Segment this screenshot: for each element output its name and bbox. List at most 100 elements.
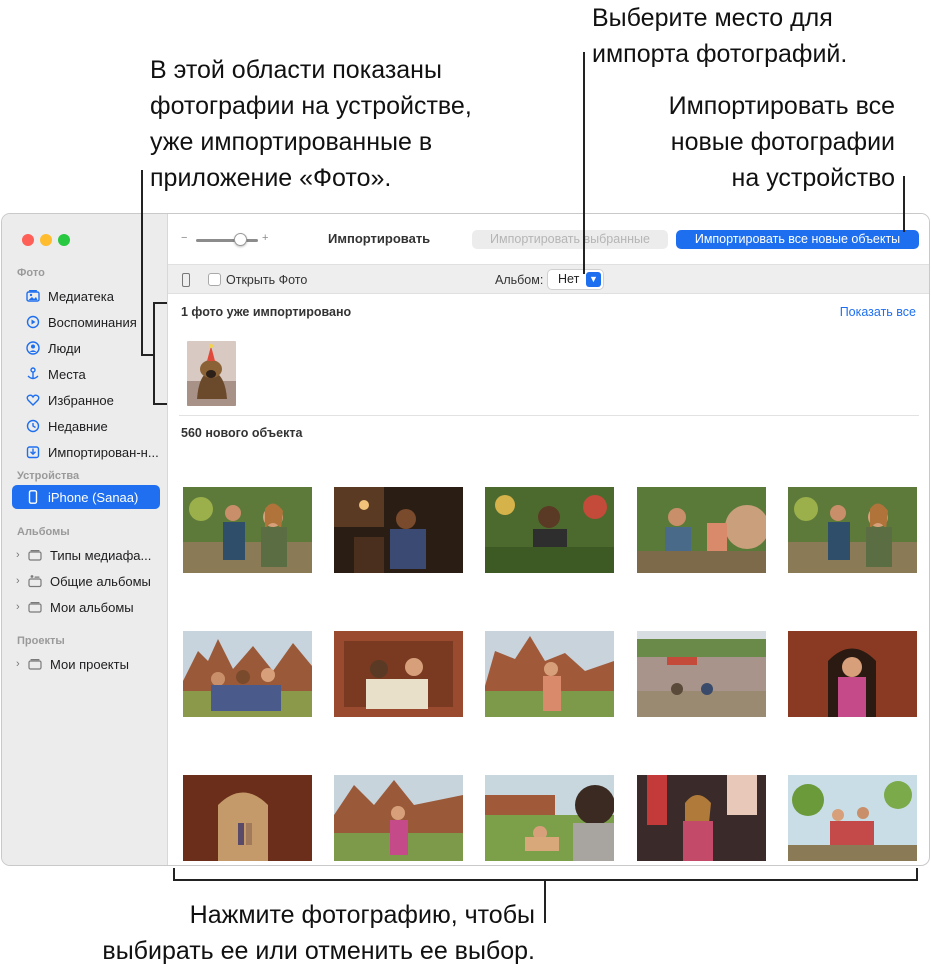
photo-thumbnail[interactable] bbox=[788, 631, 917, 717]
sidebar-group-media-types[interactable]: › Типы медиафа... bbox=[12, 543, 160, 567]
sidebar-item-label: iPhone (Sanaa) bbox=[48, 489, 139, 505]
sidebar-item-label: Воспоминания bbox=[48, 314, 137, 330]
clock-icon bbox=[26, 419, 40, 433]
imported-photo-thumbnail[interactable] bbox=[187, 341, 236, 406]
shared-folder-icon bbox=[28, 574, 42, 588]
sidebar-item-label: Мои альбомы bbox=[50, 599, 134, 615]
folder-icon bbox=[28, 600, 42, 614]
show-all-link[interactable]: Показать все bbox=[840, 305, 916, 319]
leader-line-left-vertical bbox=[141, 170, 143, 355]
section-divider bbox=[179, 415, 919, 416]
sidebar-section-photos: Фото bbox=[17, 267, 45, 279]
photo-thumbnail[interactable] bbox=[485, 631, 614, 717]
photo-thumbnail[interactable] bbox=[788, 487, 917, 573]
callout-line: приложение «Фото». bbox=[150, 164, 392, 192]
callout-select-photo: Нажмите фотографию, чтобы выбирать ее ил… bbox=[102, 897, 535, 968]
sidebar-group-my-projects[interactable]: › Мои проекты bbox=[12, 652, 160, 676]
sidebar-item-label: Медиатека bbox=[48, 288, 114, 304]
sidebar-item-people[interactable]: Люди bbox=[12, 336, 160, 360]
sidebar-section-devices: Устройства bbox=[17, 470, 80, 482]
leader-line-album bbox=[583, 52, 585, 274]
toolbar-title: Импортировать bbox=[328, 231, 431, 246]
sidebar-item-label: Места bbox=[48, 366, 86, 382]
callout-line: Выберите место для bbox=[592, 4, 833, 32]
sidebar-item-places[interactable]: Места bbox=[12, 362, 160, 386]
album-select[interactable]: Нет ▼ bbox=[548, 270, 603, 289]
folder-icon bbox=[28, 548, 42, 562]
import-all-new-button[interactable]: Импортировать все новые объекты bbox=[676, 230, 919, 249]
library-icon bbox=[26, 289, 40, 303]
photo-thumbnail[interactable] bbox=[334, 487, 463, 573]
sidebar-item-recents[interactable]: Недавние bbox=[12, 414, 160, 438]
bracket-bottom-left bbox=[173, 868, 175, 881]
import-icon bbox=[26, 445, 40, 459]
callout-line: на устройство bbox=[731, 164, 895, 192]
sidebar-item-label: Общие альбомы bbox=[50, 573, 151, 589]
places-icon bbox=[26, 367, 40, 381]
zoom-in-label: + bbox=[262, 232, 269, 244]
import-options-bar: Открыть Фото Альбом: Нет ▼ bbox=[168, 264, 929, 294]
sidebar-item-label: Мои проекты bbox=[50, 656, 129, 672]
photo-thumbnail[interactable] bbox=[637, 487, 766, 573]
photo-thumbnail[interactable] bbox=[334, 775, 463, 861]
bracket-left-bottom bbox=[153, 403, 167, 405]
sidebar-section-projects: Проекты bbox=[17, 635, 65, 647]
sidebar-item-label: Избранное bbox=[48, 392, 114, 408]
photo-thumbnail[interactable] bbox=[183, 775, 312, 861]
callout-line: выбирать ее или отменить ее выбор. bbox=[102, 937, 535, 965]
chevron-right-icon[interactable]: › bbox=[16, 658, 26, 670]
callout-line: Нажмите фотографию, чтобы bbox=[189, 901, 535, 929]
photo-thumbnail[interactable] bbox=[485, 775, 614, 861]
chevron-down-icon: ▼ bbox=[586, 272, 601, 287]
sidebar-item-library[interactable]: Медиатека bbox=[12, 284, 160, 308]
close-window-button[interactable] bbox=[22, 234, 34, 246]
sidebar-item-label: Импортирован-н... bbox=[48, 444, 159, 460]
sidebar-section-albums: Альбомы bbox=[17, 526, 70, 538]
sidebar-group-shared-albums[interactable]: › Общие альбомы bbox=[12, 569, 160, 593]
chevron-right-icon[interactable]: › bbox=[16, 549, 26, 561]
toolbar: − + Импортировать Импортировать выбранны… bbox=[168, 214, 929, 264]
imported-heading: 1 фото уже импортировано bbox=[181, 305, 352, 319]
thumbnail-size-slider[interactable] bbox=[196, 239, 258, 242]
album-select-value: Нет bbox=[558, 272, 580, 286]
chevron-right-icon[interactable]: › bbox=[16, 601, 26, 613]
iphone-icon bbox=[182, 273, 190, 287]
album-label: Альбом: bbox=[495, 273, 544, 287]
chevron-right-icon[interactable]: › bbox=[16, 575, 26, 587]
callout-import-all: Импортировать все новые фотографии на ус… bbox=[669, 88, 895, 196]
zoom-out-label: − bbox=[181, 232, 188, 244]
bracket-bottom-right bbox=[916, 868, 918, 881]
callout-line: импорта фотографий. bbox=[592, 40, 848, 68]
minimize-window-button[interactable] bbox=[40, 234, 52, 246]
sidebar-group-my-albums[interactable]: › Мои альбомы bbox=[12, 595, 160, 619]
sidebar-item-label: Типы медиафа... bbox=[50, 547, 152, 563]
callout-line: Импортировать все bbox=[668, 92, 895, 120]
leader-line-bottom bbox=[544, 879, 546, 923]
open-photos-label[interactable]: Открыть Фото bbox=[226, 273, 307, 287]
open-photos-checkbox[interactable] bbox=[208, 273, 221, 286]
sidebar-item-memories[interactable]: Воспоминания bbox=[12, 310, 160, 334]
callout-line: уже импортированные в bbox=[150, 128, 433, 156]
leader-line-import-all bbox=[903, 176, 905, 232]
photo-thumbnail[interactable] bbox=[485, 487, 614, 573]
import-selected-button[interactable]: Импортировать выбранные bbox=[472, 230, 668, 249]
photo-thumbnail[interactable] bbox=[788, 775, 917, 861]
photo-thumbnail[interactable] bbox=[183, 631, 312, 717]
zoom-window-button[interactable] bbox=[58, 234, 70, 246]
callout-line: новые фотографии bbox=[670, 128, 895, 156]
sidebar-item-favorites[interactable]: Избранное bbox=[12, 388, 160, 412]
photo-thumbnail[interactable] bbox=[183, 487, 312, 573]
photo-thumbnail[interactable] bbox=[334, 631, 463, 717]
photo-thumbnail[interactable] bbox=[637, 775, 766, 861]
sidebar-item-device[interactable]: iPhone (Sanaa) bbox=[12, 485, 160, 509]
folder-icon bbox=[28, 657, 42, 671]
sidebar-item-label: Недавние bbox=[48, 418, 108, 434]
bracket-left-top bbox=[153, 302, 167, 304]
callout-line: В этой области показаны bbox=[150, 56, 442, 84]
callout-import-destination: Выберите место для импорта фотографий. bbox=[592, 0, 847, 72]
photo-thumbnail[interactable] bbox=[637, 631, 766, 717]
sidebar-item-imports[interactable]: Импортирован-н... bbox=[12, 440, 160, 464]
callout-device-photos: В этой области показаны фотографии на ус… bbox=[150, 52, 472, 196]
slider-thumb[interactable] bbox=[234, 233, 247, 246]
new-items-heading: 560 нового объекта bbox=[181, 426, 303, 440]
